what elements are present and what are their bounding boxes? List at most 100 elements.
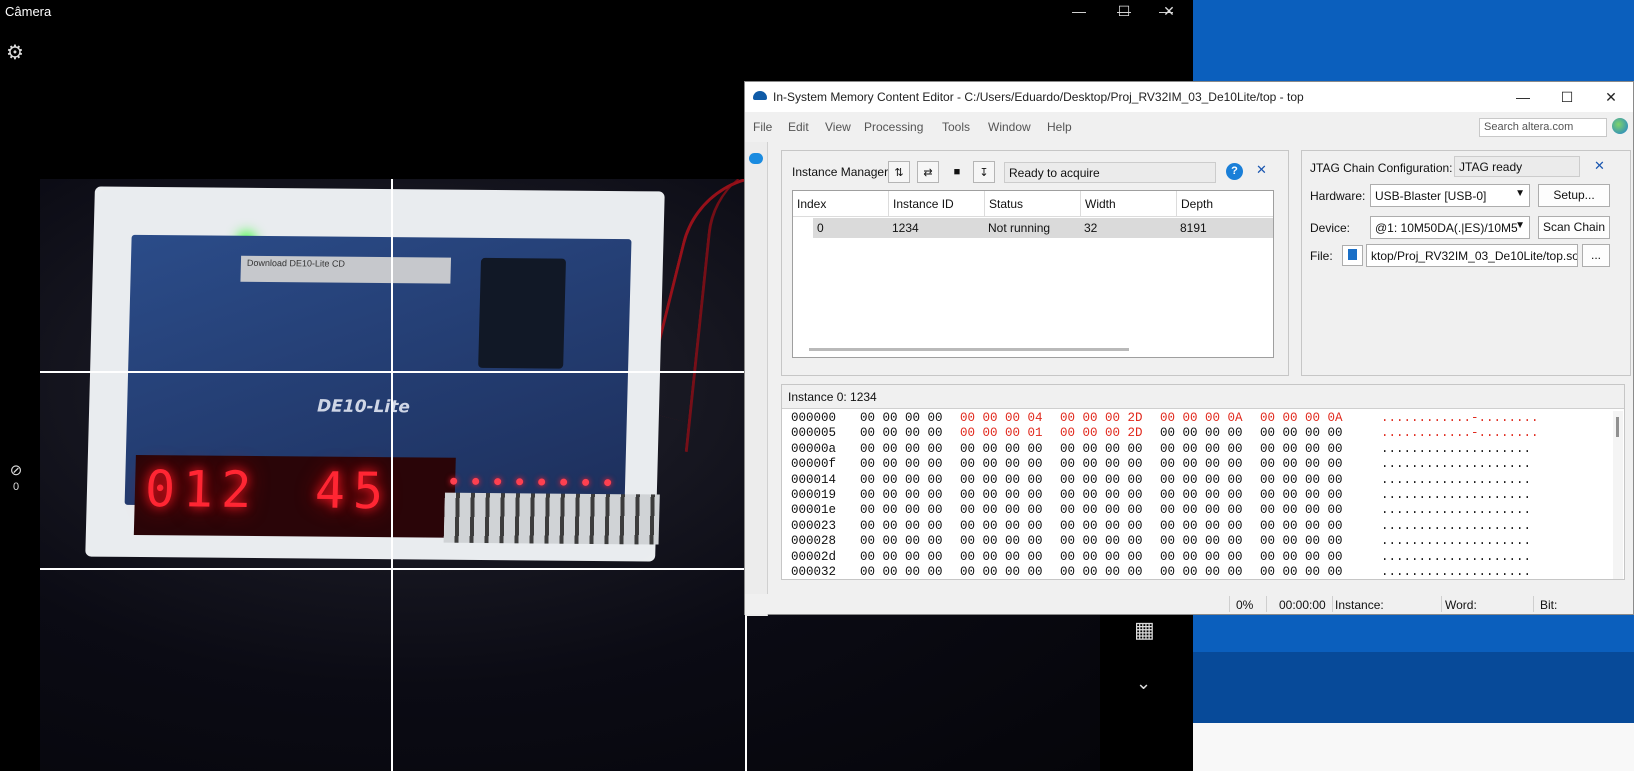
memory-word[interactable]: 00 00 00 00 <box>860 442 943 456</box>
chevron-down-icon[interactable]: ⌄ <box>1136 673 1151 694</box>
memory-word[interactable]: 00 00 00 00 <box>1260 473 1343 487</box>
memory-word[interactable]: 00 00 00 00 <box>960 534 1043 548</box>
column-header-index[interactable]: Index <box>793 191 889 217</box>
qr-code-scan-icon[interactable]: ▦ <box>1134 617 1155 643</box>
memory-word[interactable]: 00 00 00 00 <box>1060 442 1143 456</box>
memory-word[interactable]: 00 00 00 2D <box>1060 426 1143 440</box>
camera-maximize-button[interactable]: ☐ <box>1101 0 1147 22</box>
memory-word[interactable]: 00 00 00 00 <box>860 503 943 517</box>
memory-word[interactable]: 00 00 00 01 <box>960 426 1043 440</box>
device-select[interactable]: @1: 10M50DA(.|ES)/10M5 ▼ <box>1370 216 1530 239</box>
memory-word[interactable]: 00 00 00 00 <box>1160 565 1243 579</box>
scan-chain-button[interactable]: Scan Chain <box>1538 216 1610 239</box>
memory-word[interactable]: 00 00 00 00 <box>1260 534 1343 548</box>
memory-word[interactable]: 00 00 00 00 <box>1260 426 1343 440</box>
memory-word[interactable]: 00 00 00 0A <box>1160 411 1243 425</box>
memory-word[interactable]: 00 00 00 00 <box>1160 534 1243 548</box>
menu-tools[interactable]: Tools <box>942 120 970 134</box>
column-header-instance-id[interactable]: Instance ID <box>889 191 985 217</box>
memory-word[interactable]: 00 00 00 00 <box>860 534 943 548</box>
help-icon[interactable]: ? <box>1226 163 1243 180</box>
memory-word[interactable]: 00 00 00 00 <box>1260 457 1343 471</box>
memory-word[interactable]: 00 00 00 00 <box>1060 519 1143 533</box>
memory-word[interactable]: 00 00 00 00 <box>1260 550 1343 564</box>
menu-window[interactable]: Window <box>988 120 1031 134</box>
memory-word[interactable]: 00 00 00 00 <box>860 565 943 579</box>
memory-word[interactable]: 00 00 00 00 <box>1060 565 1143 579</box>
memory-word[interactable]: 00 00 00 00 <box>960 442 1043 456</box>
memory-word[interactable]: 00 00 00 00 <box>1160 442 1243 456</box>
memory-word[interactable]: 00 00 00 00 <box>960 457 1043 471</box>
memory-word[interactable]: 00 00 00 00 <box>1260 442 1343 456</box>
memory-word[interactable]: 00 00 00 00 <box>1160 457 1243 471</box>
memory-word[interactable]: 00 00 00 00 <box>860 488 943 502</box>
continuous-read-icon[interactable]: ⇄ <box>917 161 939 183</box>
memory-word[interactable]: 00 00 00 00 <box>960 565 1043 579</box>
photo-timer-button[interactable]: ⊘ 0 <box>6 461 26 493</box>
camera-close-button[interactable]: ✕ <box>1146 0 1192 22</box>
memory-word[interactable]: 00 00 00 00 <box>1060 550 1143 564</box>
search-input[interactable]: Search altera.com <box>1479 118 1607 137</box>
column-header-status[interactable]: Status <box>985 191 1081 217</box>
globe-icon[interactable] <box>1612 118 1628 134</box>
memory-word[interactable]: 00 00 00 00 <box>960 473 1043 487</box>
memory-word[interactable]: 00 00 00 00 <box>1260 503 1343 517</box>
memory-hex-grid[interactable]: 000000 00 00 00 00 00 00 00 04 00 00 00 2D 0… <box>782 410 1602 580</box>
memory-word[interactable]: 00 00 00 2D <box>1060 411 1143 425</box>
close-icon[interactable]: ✕ <box>1256 162 1267 178</box>
memory-word[interactable]: 00 00 00 00 <box>1160 519 1243 533</box>
memory-word[interactable]: 00 00 00 00 <box>1260 488 1343 502</box>
column-header-depth[interactable]: Depth <box>1177 191 1273 217</box>
close-icon[interactable]: ✕ <box>1594 158 1605 174</box>
memory-word[interactable]: 00 00 00 00 <box>1160 426 1243 440</box>
table-row[interactable]: 0 1234 Not running 32 8191 <box>813 218 1273 238</box>
memory-word[interactable]: 00 00 00 00 <box>1260 565 1343 579</box>
memory-word[interactable]: 00 00 00 00 <box>1160 550 1243 564</box>
memory-word[interactable]: 00 00 00 00 <box>1060 503 1143 517</box>
hardware-select[interactable]: USB-Blaster [USB-0] ▼ <box>1370 184 1530 207</box>
memory-word[interactable]: 00 00 00 00 <box>960 488 1043 502</box>
column-header-width[interactable]: Width <box>1081 191 1177 217</box>
cell-index: 0 <box>817 221 824 235</box>
memory-word[interactable]: 00 00 00 00 <box>860 550 943 564</box>
memory-word[interactable]: 00 00 00 00 <box>1260 519 1343 533</box>
memory-word[interactable]: 00 00 00 00 <box>1060 534 1143 548</box>
memory-word[interactable]: 00 00 00 00 <box>860 519 943 533</box>
memory-word[interactable]: 00 00 00 0A <box>1260 411 1343 425</box>
memory-word[interactable]: 00 00 00 00 <box>1060 473 1143 487</box>
scrollbar-thumb[interactable] <box>1616 417 1619 437</box>
memory-word[interactable]: 00 00 00 00 <box>860 411 943 425</box>
maximize-button[interactable]: ☐ <box>1544 82 1590 112</box>
chat-icon[interactable] <box>749 153 763 164</box>
program-device-icon[interactable] <box>1342 245 1363 266</box>
menu-edit[interactable]: Edit <box>788 120 809 134</box>
browse-button[interactable]: ... <box>1582 244 1610 267</box>
memory-word[interactable]: 00 00 00 00 <box>960 519 1043 533</box>
memory-word[interactable]: 00 00 00 00 <box>960 550 1043 564</box>
memory-word[interactable]: 00 00 00 00 <box>1060 457 1143 471</box>
memory-word[interactable]: 00 00 00 00 <box>1060 488 1143 502</box>
memory-word[interactable]: 00 00 00 00 <box>860 426 943 440</box>
memory-word[interactable]: 00 00 00 00 <box>1160 473 1243 487</box>
horizontal-scrollbar[interactable] <box>809 348 1129 351</box>
read-data-icon[interactable]: ⇅ <box>888 161 910 183</box>
setup-button[interactable]: Setup... <box>1538 184 1610 207</box>
menu-file[interactable]: File <box>753 120 772 134</box>
memory-word[interactable]: 00 00 00 00 <box>860 473 943 487</box>
minimize-button[interactable]: — <box>1500 82 1546 112</box>
sof-file-field[interactable]: ktop/Proj_RV32IM_03_De10Lite/top.sof <box>1366 244 1578 267</box>
menu-processing[interactable]: Processing <box>864 120 923 134</box>
memory-word[interactable]: 00 00 00 00 <box>960 503 1043 517</box>
memory-word[interactable]: 00 00 00 00 <box>860 457 943 471</box>
menu-help[interactable]: Help <box>1047 120 1072 134</box>
stop-icon[interactable]: ■ <box>946 161 968 183</box>
close-button[interactable]: ✕ <box>1588 82 1634 112</box>
memory-word[interactable]: 00 00 00 00 <box>1160 503 1243 517</box>
menu-view[interactable]: View <box>825 120 851 134</box>
memory-word[interactable]: 00 00 00 04 <box>960 411 1043 425</box>
settings-gear-icon[interactable]: ⚙ <box>6 40 24 65</box>
camera-min-button[interactable]: — <box>1056 0 1102 22</box>
vertical-scrollbar[interactable] <box>1613 411 1623 579</box>
write-data-icon[interactable]: ↧ <box>973 161 995 183</box>
memory-word[interactable]: 00 00 00 00 <box>1160 488 1243 502</box>
